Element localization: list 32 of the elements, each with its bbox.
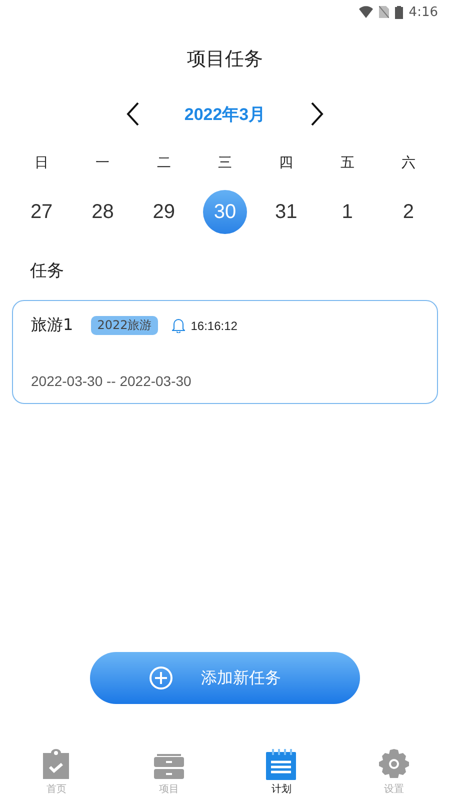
battery-icon [394,6,403,18]
task-name: 旅游1 [31,315,74,336]
task-tag: 2022旅游 [91,316,158,335]
weekday-label: 四 [279,154,294,172]
date-button[interactable]: 1 [325,190,370,234]
bell-icon [172,318,185,333]
date-button[interactable]: 29 [142,190,186,234]
page-title: 项目任务 [186,47,264,72]
date-button[interactable]: 2 [386,190,430,234]
weekday-label: 日 [34,154,49,172]
next-month-button[interactable] [310,102,324,126]
reminder-time: 16:16:12 [190,318,238,332]
previous-month-button[interactable] [126,102,140,126]
no-sim-icon [378,6,389,18]
weekday-label: 一 [96,154,110,172]
plus-circle-icon [149,666,173,690]
section-title: 任务 [30,260,65,282]
tab-item[interactable]: 计划 [225,744,338,800]
settings-icon [378,748,410,780]
task-dates: 2022-03-30 -- 2022-03-30 [31,373,192,389]
date-button[interactable]: 31 [264,190,308,234]
status-time: 4:16 [408,4,438,20]
month-label: 2022年3月 [184,104,266,126]
wifi-icon [358,6,373,18]
weekday-label: 五 [340,154,354,172]
task-card[interactable]: 旅游1 2022旅游 16:16:12 2022-03-30 -- 2022-03-30 [12,300,438,404]
date-button[interactable]: 27 [20,190,64,234]
notepad-icon [265,748,298,780]
weekday-label: 二 [156,154,171,172]
date-button[interactable]: 28 [80,190,125,234]
weekday-label: 六 [401,154,416,172]
weekday-label: 三 [218,154,232,172]
